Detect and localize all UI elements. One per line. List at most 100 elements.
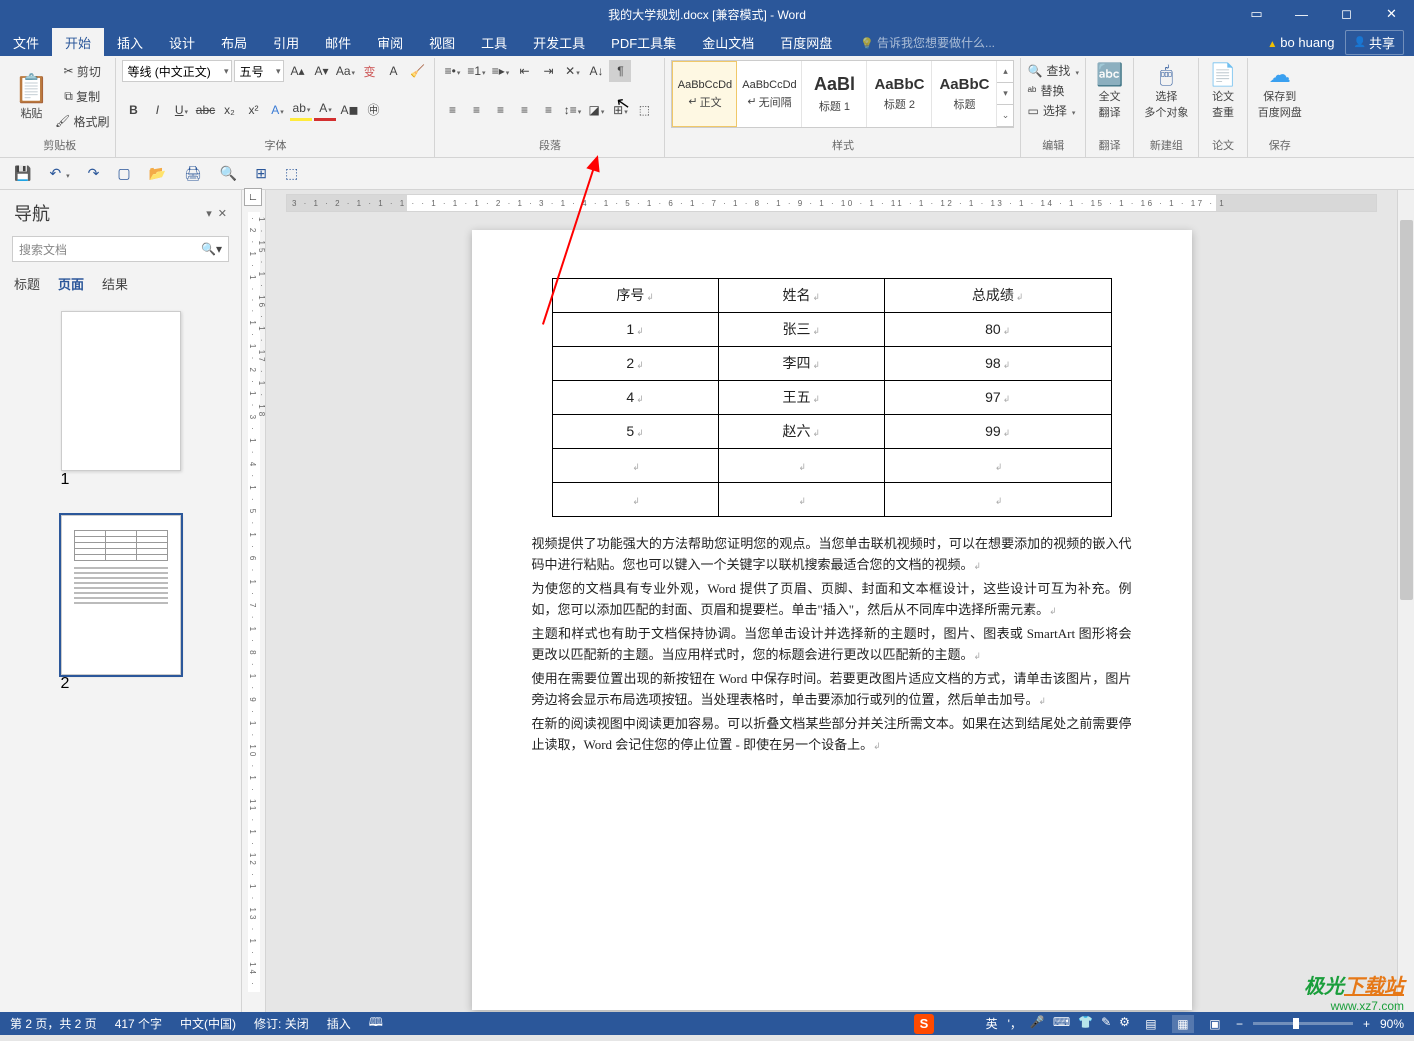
- style-gallery[interactable]: AaBbCcDd↵正文 AaBbCcDd↵无间隔 AaBl标题 1 AaBbC标…: [671, 60, 1014, 128]
- subscript-button[interactable]: x₂: [218, 99, 240, 121]
- nav-close-icon[interactable]: ✕: [218, 207, 227, 220]
- save-cloud-button[interactable]: ☁保存到百度网盘: [1254, 60, 1306, 122]
- clear-format-button[interactable]: 🧹: [406, 60, 428, 82]
- superscript-button[interactable]: x²: [242, 99, 264, 121]
- table-row[interactable]: 1张三80: [552, 313, 1111, 347]
- vertical-scrollbar[interactable]: [1397, 190, 1414, 1012]
- paragraph[interactable]: 视频提供了功能强大的方法帮助您证明您的观点。当您单击联机视频时，可以在想要添加的…: [532, 533, 1132, 576]
- style-normal[interactable]: AaBbCcDd↵正文: [672, 61, 737, 127]
- track-changes-status[interactable]: 修订: 关闭: [254, 1015, 309, 1032]
- qat-icon[interactable]: ⊞: [255, 165, 267, 182]
- tab-selector[interactable]: ∟: [244, 188, 262, 206]
- web-layout-button[interactable]: ▣: [1204, 1015, 1226, 1033]
- table-row[interactable]: [552, 483, 1111, 517]
- italic-button[interactable]: I: [146, 99, 168, 121]
- vertical-ruler[interactable]: ∟ · 2 · 1 · 1 · · · 1 · 1 · 2 · 1 · 3 · …: [242, 190, 266, 1012]
- paragraph[interactable]: 使用在需要位置出现的新按钮在 Word 中保存时间。若要更改图片适应文档的方式，…: [532, 668, 1132, 711]
- document-page[interactable]: 序号姓名总成绩 1张三80 2李四98 4王五97 5赵六99 视频提供了功能强…: [472, 230, 1192, 1010]
- style-heading1[interactable]: AaBl标题 1: [802, 61, 867, 127]
- accessibility-icon[interactable]: 🕮: [369, 1013, 383, 1034]
- insert-mode[interactable]: 插入: [327, 1015, 351, 1032]
- translate-button[interactable]: 🔤全文翻译: [1092, 60, 1127, 122]
- bold-button[interactable]: B: [122, 99, 144, 121]
- table-row[interactable]: 序号姓名总成绩: [552, 279, 1111, 313]
- new-button[interactable]: ▢: [117, 165, 130, 182]
- undo-button[interactable]: ↶: [49, 165, 69, 182]
- numbering-button[interactable]: ≡1: [465, 60, 487, 82]
- sort-button[interactable]: A↓: [585, 60, 607, 82]
- tab-tools[interactable]: 工具: [468, 28, 520, 56]
- tab-home[interactable]: 开始: [52, 28, 104, 56]
- text-effects-button[interactable]: A: [266, 99, 288, 121]
- redo-button[interactable]: ↷: [88, 165, 100, 182]
- ribbon-options-icon[interactable]: ▭: [1234, 0, 1279, 28]
- align-left-button[interactable]: ≡: [441, 99, 463, 121]
- tab-baidu[interactable]: 百度网盘: [767, 28, 845, 56]
- tell-me-input[interactable]: 告诉我您想要做什么...: [860, 34, 995, 51]
- underline-button[interactable]: U: [170, 99, 192, 121]
- align-right-button[interactable]: ≡: [489, 99, 511, 121]
- show-marks-button[interactable]: ¶: [609, 60, 631, 82]
- increase-indent-button[interactable]: ⇥: [537, 60, 559, 82]
- paragraph[interactable]: 主题和样式也有助于文档保持协调。当您单击设计并选择新的主题时，图片、图表或 Sm…: [532, 623, 1132, 666]
- decrease-indent-button[interactable]: ⇤: [513, 60, 535, 82]
- nav-tab-results[interactable]: 结果: [102, 274, 128, 293]
- save-icon[interactable]: 💾: [14, 165, 31, 182]
- align-center-button[interactable]: ≡: [465, 99, 487, 121]
- thumbnail-page-1[interactable]: [61, 311, 181, 471]
- style-scroll[interactable]: ▴▾⌄: [997, 61, 1013, 127]
- read-mode-button[interactable]: ▤: [1140, 1015, 1162, 1033]
- user-account[interactable]: bo huang: [1267, 35, 1334, 50]
- format-painter-button[interactable]: 🖌 格式刷: [55, 110, 110, 132]
- table-row[interactable]: 2李四98: [552, 347, 1111, 381]
- sogou-ime-icon[interactable]: S: [914, 1014, 934, 1034]
- change-case-button[interactable]: Aa: [334, 60, 356, 82]
- zoom-level[interactable]: 90%: [1380, 1017, 1404, 1031]
- paper-check-button[interactable]: 📄论文查重: [1205, 60, 1240, 122]
- enclose-char-button[interactable]: ㊥: [362, 99, 384, 121]
- nav-search-input[interactable]: 搜索文档 🔍▾: [12, 236, 229, 262]
- horizontal-ruler[interactable]: 3 · 1 · 2 · 1 · 1 · 1 · · 1 · 1 · 1 · 2 …: [286, 194, 1377, 212]
- tab-design[interactable]: 设计: [156, 28, 208, 56]
- paragraph[interactable]: 在新的阅读视图中阅读更加容易。可以折叠文档某些部分并关注所需文本。如果在达到结尾…: [532, 713, 1132, 756]
- tab-references[interactable]: 引用: [260, 28, 312, 56]
- nav-tab-pages[interactable]: 页面: [58, 274, 84, 293]
- ime-toolbar[interactable]: '，🎤⌨👕✎⚙: [1008, 1015, 1130, 1032]
- zoom-in-button[interactable]: +: [1363, 1017, 1370, 1031]
- asian-layout-button[interactable]: ✕: [561, 60, 583, 82]
- tab-mailings[interactable]: 邮件: [312, 28, 364, 56]
- thumbnail-page-2[interactable]: [61, 515, 181, 675]
- multilevel-button[interactable]: ≡▸: [489, 60, 511, 82]
- bullets-button[interactable]: ≡•: [441, 60, 463, 82]
- qat-icon[interactable]: ⬚: [285, 165, 298, 182]
- line-spacing-button[interactable]: ↕≡: [561, 99, 583, 121]
- font-size-select[interactable]: 五号: [234, 60, 284, 82]
- zoom-slider[interactable]: [1253, 1022, 1353, 1025]
- close-button[interactable]: ✕: [1369, 0, 1414, 28]
- data-table[interactable]: 序号姓名总成绩 1张三80 2李四98 4王五97 5赵六99: [552, 278, 1112, 517]
- table-row[interactable]: 4王五97: [552, 381, 1111, 415]
- print-layout-button[interactable]: ▦: [1172, 1015, 1194, 1033]
- style-title[interactable]: AaBbC标题: [932, 61, 997, 127]
- tab-insert[interactable]: 插入: [104, 28, 156, 56]
- qat-icon[interactable]: 🔍: [220, 165, 237, 182]
- tab-review[interactable]: 审阅: [364, 28, 416, 56]
- word-count[interactable]: 417 个字: [115, 1015, 162, 1032]
- language-indicator[interactable]: 中文(中国): [180, 1015, 236, 1032]
- open-button[interactable]: 📂: [149, 165, 166, 182]
- tab-pdf[interactable]: PDF工具集: [598, 28, 689, 56]
- tab-layout[interactable]: 布局: [208, 28, 260, 56]
- char-shading-button[interactable]: A◼: [338, 99, 360, 121]
- grow-font-button[interactable]: A▴: [286, 60, 308, 82]
- strike-button[interactable]: abc: [194, 99, 216, 121]
- zoom-out-button[interactable]: −: [1236, 1017, 1243, 1031]
- select-objects-button[interactable]: ⬚: [633, 99, 655, 121]
- highlight-button[interactable]: ab: [290, 99, 312, 121]
- font-family-select[interactable]: 等线 (中文正文): [122, 60, 232, 82]
- char-border-button[interactable]: A: [382, 60, 404, 82]
- font-color-button[interactable]: A: [314, 99, 336, 121]
- tab-view[interactable]: 视图: [416, 28, 468, 56]
- select-objects-button[interactable]: 🖱选择多个对象: [1140, 60, 1192, 122]
- phonetic-guide-button[interactable]: 变: [358, 60, 380, 82]
- tab-developer[interactable]: 开发工具: [520, 28, 598, 56]
